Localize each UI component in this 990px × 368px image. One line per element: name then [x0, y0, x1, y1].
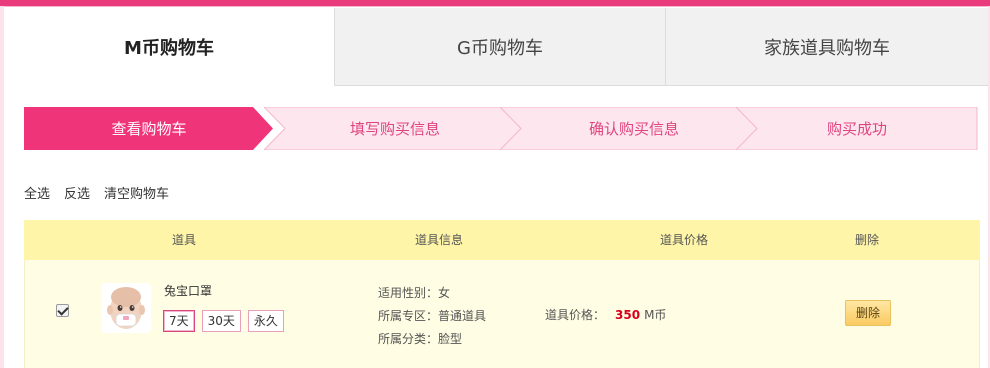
info-value: 普通道具	[438, 309, 487, 323]
duration-option-7-days[interactable]: 7天	[163, 310, 195, 332]
step-label: 填写购买信息	[349, 120, 440, 138]
price-unit: M币	[644, 308, 667, 322]
price-label: 道具价格：	[545, 308, 606, 322]
info-category: 所属分类： 脸型	[378, 328, 486, 351]
step-label: 查看购物车	[111, 120, 187, 138]
cart-table-header: 道具 道具信息 道具价格 删除	[24, 220, 980, 260]
step-fill-info: 填写购买信息	[264, 107, 526, 150]
cart-actions: 全选 反选 清空购物车	[24, 183, 169, 202]
column-header-price: 道具价格	[659, 233, 708, 247]
duration-options: 7天 30天 永久	[163, 310, 284, 332]
duration-option-30-days[interactable]: 30天	[201, 310, 241, 332]
info-zone: 所属专区： 普通道具	[378, 305, 486, 328]
row-select-checkbox[interactable]	[56, 304, 69, 317]
step-view-cart: 查看购物车	[24, 107, 274, 150]
price-amount: 350	[615, 308, 641, 322]
column-header-item-info: 道具信息	[414, 233, 463, 247]
step-confirm-info: 确认购买信息	[500, 107, 768, 150]
duration-option-permanent[interactable]: 永久	[247, 310, 284, 332]
column-header-delete: 删除	[854, 233, 879, 247]
item-name[interactable]: 兔宝口罩	[164, 282, 212, 299]
tab-family-item-cart[interactable]: 家族道具购物车	[665, 8, 988, 86]
step-label: 购买成功	[826, 120, 887, 138]
info-value: 女	[438, 286, 451, 300]
item-info: 适用性别： 女 所属专区： 普通道具 所属分类： 脸型	[378, 282, 486, 351]
step-label: 确认购买信息	[588, 120, 679, 138]
step-purchase-success: 购买成功	[736, 107, 978, 150]
cart-tabs: M币购物车 G币购物车 家族道具购物车	[4, 8, 988, 86]
select-all-link[interactable]: 全选	[24, 183, 50, 202]
info-label: 所属专区：	[378, 309, 439, 323]
item-price: 道具价格： 350 M币	[545, 306, 666, 323]
tab-g-coin-cart[interactable]: G币购物车	[334, 8, 665, 86]
checkout-steps: 查看购物车 填写购买信息 确认购买信息 购买成功	[24, 107, 978, 150]
info-gender: 适用性别： 女	[378, 282, 486, 305]
column-header-item: 道具	[171, 233, 196, 247]
delete-button[interactable]: 删除	[845, 300, 891, 326]
top-accent-bar	[0, 0, 990, 7]
table-row: 兔宝口罩 7天 30天 永久 适用性别： 女 所属专区： 普通道具 所属分类： …	[24, 260, 980, 368]
info-label: 所属分类：	[378, 332, 439, 346]
bunny-mask-avatar-icon	[107, 287, 145, 329]
info-label: 适用性别：	[378, 286, 439, 300]
item-thumbnail[interactable]	[101, 283, 151, 333]
clear-cart-link[interactable]: 清空购物车	[104, 183, 169, 202]
invert-selection-link[interactable]: 反选	[64, 183, 90, 202]
tab-m-coin-cart[interactable]: M币购物车	[4, 8, 334, 86]
info-value: 脸型	[438, 332, 463, 346]
cart-page: M币购物车 G币购物车 家族道具购物车 查看购物车 填写购买信息 确认购买信息	[0, 0, 990, 368]
